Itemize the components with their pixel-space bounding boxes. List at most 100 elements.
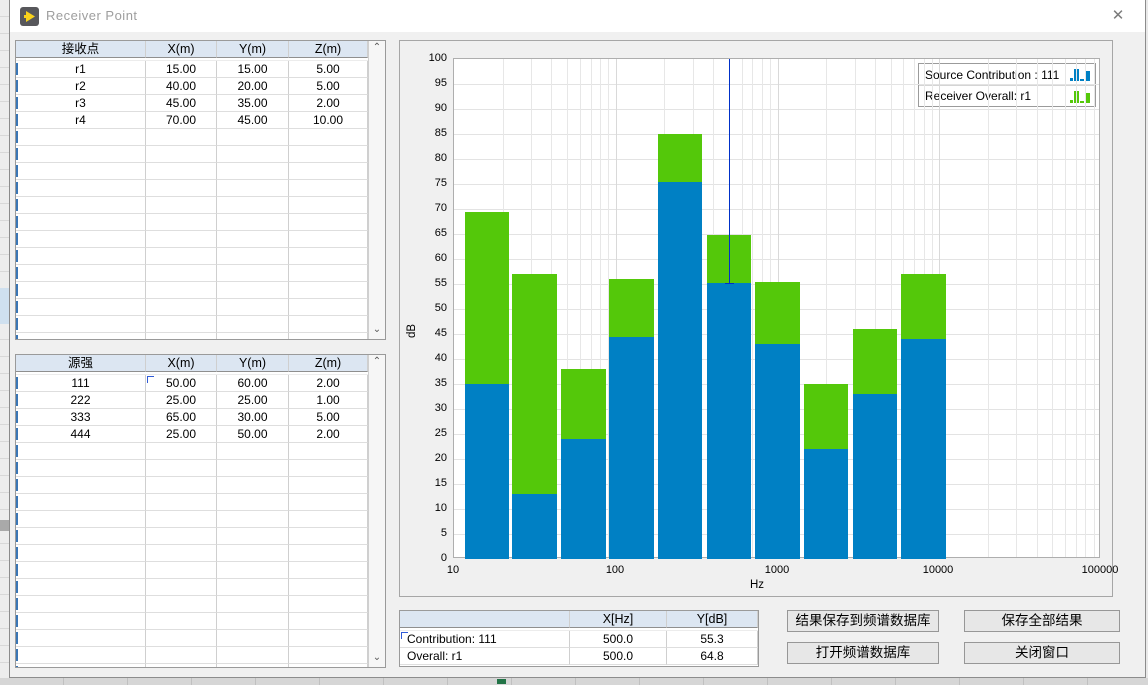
table-cell[interactable]: 111 — [16, 375, 146, 392]
table-cell-empty — [217, 197, 289, 214]
table-cell[interactable]: 2.00 — [289, 95, 368, 112]
column-header: Y(m) — [217, 41, 289, 58]
table-cell-empty — [16, 333, 146, 339]
table-cell-empty — [289, 163, 368, 180]
y-tick-label: 40 — [407, 352, 447, 364]
table-row: r240.0020.005.00 — [16, 78, 368, 95]
table-cell-empty — [217, 596, 289, 613]
receiver-points-table: 接收点X(m)Y(m)Z(m)r115.0015.005.00r240.0020… — [15, 40, 386, 340]
table-cell[interactable]: 65.00 — [146, 409, 217, 426]
legend-item-contribution[interactable]: Source Contribution : 111 — [919, 64, 1095, 85]
close-window-button[interactable]: 关闭窗口 — [964, 642, 1120, 664]
scroll-down-icon[interactable]: ⌄ — [369, 651, 385, 667]
table-cell[interactable]: 20.00 — [217, 78, 289, 95]
vertical-scrollbar[interactable]: ⌃⌄ — [368, 355, 385, 667]
table-cell[interactable]: 15.00 — [217, 61, 289, 78]
table-body: X[Hz]Y[dB]Contribution: 111500.055.3Over… — [400, 611, 758, 666]
table-cell[interactable]: 70.00 — [146, 112, 217, 129]
y-tick-label: 55 — [407, 277, 447, 289]
table-cell[interactable]: 25.00 — [146, 426, 217, 443]
table-cell[interactable]: 60.00 — [217, 375, 289, 392]
table-cell-empty — [289, 299, 368, 316]
cursor-line[interactable] — [729, 59, 730, 283]
table-cell[interactable]: 5.00 — [289, 61, 368, 78]
close-icon[interactable]: ✕ — [1107, 6, 1129, 26]
table-cell[interactable]: 25.00 — [217, 392, 289, 409]
bar-series-icon — [1069, 89, 1091, 104]
table-cell[interactable]: 5.00 — [289, 78, 368, 95]
y-tick-label: 70 — [407, 202, 447, 214]
table-cell[interactable]: 40.00 — [146, 78, 217, 95]
table-row-empty — [16, 231, 368, 248]
table-cell[interactable]: 444 — [16, 426, 146, 443]
plot-area[interactable]: Source Contribution : 111 Receiver Overa… — [453, 58, 1100, 558]
table-cell-empty — [217, 647, 289, 664]
table-cell-empty — [217, 180, 289, 197]
labview-icon — [20, 7, 39, 26]
table-cell[interactable]: 15.00 — [146, 61, 217, 78]
open-spectrum-db-button[interactable]: 打开频谱数据库 — [787, 642, 939, 664]
scroll-up-icon[interactable]: ⌃ — [369, 41, 385, 57]
table-header-row: 源强X(m)Y(m)Z(m) — [16, 355, 368, 372]
table-cell[interactable]: 50.00 — [217, 426, 289, 443]
table-row-empty — [16, 613, 368, 630]
table-cell-empty — [16, 460, 146, 477]
table-cell[interactable]: r3 — [16, 95, 146, 112]
table-cell-empty — [16, 477, 146, 494]
table-cell[interactable]: 50.00 — [146, 375, 217, 392]
scroll-down-icon[interactable]: ⌄ — [369, 323, 385, 339]
table-cell-empty — [146, 443, 217, 460]
table-row-empty — [16, 596, 368, 613]
table-cell[interactable]: 2.00 — [289, 375, 368, 392]
table-cell-empty — [16, 511, 146, 528]
table-cell-empty — [289, 214, 368, 231]
table-cell-empty — [146, 197, 217, 214]
table-cell-empty — [16, 180, 146, 197]
save-to-spectrum-db-button[interactable]: 结果保存到频谱数据库 — [787, 610, 939, 632]
table-cell-empty — [16, 129, 146, 146]
table-row: 11150.0060.002.00 — [16, 375, 368, 392]
bar-segment-contribution — [561, 439, 606, 559]
table-cell[interactable]: 1.00 — [289, 392, 368, 409]
table-cell-empty — [16, 146, 146, 163]
table-cell[interactable]: r1 — [16, 61, 146, 78]
table-cell[interactable]: 25.00 — [146, 392, 217, 409]
table-cell[interactable]: 2.00 — [289, 426, 368, 443]
table-cell-empty — [289, 562, 368, 579]
vertical-scrollbar[interactable]: ⌃⌄ — [368, 41, 385, 339]
table-cell-empty — [16, 494, 146, 511]
y-tick-label: 15 — [407, 477, 447, 489]
grid-line-minor — [1065, 59, 1066, 557]
table-cell-empty — [146, 579, 217, 596]
save-all-results-button[interactable]: 保存全部结果 — [964, 610, 1120, 632]
y-tick-label: 65 — [407, 227, 447, 239]
table-cell-empty — [217, 511, 289, 528]
table-cell-empty — [16, 197, 146, 214]
table-row: 22225.0025.001.00 — [16, 392, 368, 409]
scroll-up-icon[interactable]: ⌃ — [369, 355, 385, 371]
table-cell-empty — [146, 265, 217, 282]
table-cell[interactable]: r2 — [16, 78, 146, 95]
table-row-empty — [16, 265, 368, 282]
table-row: Overall: r1500.064.8 — [400, 648, 758, 665]
table-cell[interactable]: 5.00 — [289, 409, 368, 426]
table-cell-empty — [289, 248, 368, 265]
table-cell[interactable]: 45.00 — [217, 112, 289, 129]
table-cell[interactable]: 222 — [16, 392, 146, 409]
table-cell[interactable]: 30.00 — [217, 409, 289, 426]
table-cell-empty — [16, 613, 146, 630]
grid-line-minor — [1037, 59, 1038, 557]
legend-item-overall[interactable]: Receiver Overall: r1 — [919, 85, 1095, 106]
bar-segment-contribution — [853, 394, 898, 559]
table-cell[interactable]: r4 — [16, 112, 146, 129]
table-cell-empty — [146, 647, 217, 664]
y-tick-label: 10 — [407, 502, 447, 514]
column-header: X(m) — [146, 41, 217, 58]
table-cell-empty — [217, 129, 289, 146]
table-cell[interactable]: 35.00 — [217, 95, 289, 112]
table-cell[interactable]: 45.00 — [146, 95, 217, 112]
cursor-crosshair[interactable] — [725, 283, 734, 284]
table-row-empty — [16, 494, 368, 511]
table-cell[interactable]: 333 — [16, 409, 146, 426]
table-cell[interactable]: 10.00 — [289, 112, 368, 129]
